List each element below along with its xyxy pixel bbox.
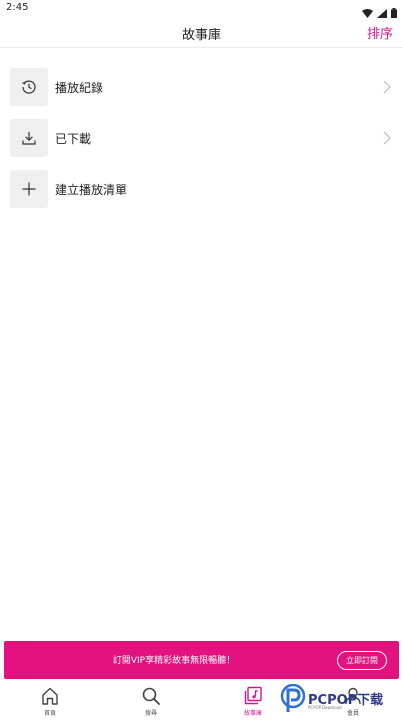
watermark-tagline: PCPOP.Download	[308, 705, 342, 710]
page-title: 故事庫	[181, 28, 221, 43]
library-menu: 播放紀錄 已下載 建立播放清單	[0, 64, 403, 217]
chevron-right-icon	[383, 130, 391, 149]
nav-item-library[interactable]: 故事庫	[223, 686, 283, 717]
menu-item-label: 已下載	[55, 132, 92, 146]
menu-item-label: 建立播放清單	[55, 183, 128, 197]
plus-icon	[10, 170, 48, 208]
status-time: 2:45	[6, 2, 29, 13]
vip-subscribe-banner[interactable]: 訂閱VIP享精彩故事無限暢聽！ 立即訂閱	[4, 641, 399, 679]
menu-item-downloads[interactable]: 已下載	[0, 115, 403, 166]
chevron-right-icon	[383, 79, 391, 98]
sort-button[interactable]: 排序	[367, 23, 393, 42]
nav-item-home[interactable]: 首頁	[20, 686, 80, 717]
history-icon	[10, 68, 48, 106]
home-icon	[20, 686, 80, 706]
menu-item-history[interactable]: 播放紀錄	[0, 64, 403, 115]
subscribe-now-button[interactable]: 立即訂閱	[337, 651, 387, 670]
nav-label: 故事庫	[243, 710, 262, 717]
menu-item-label: 播放紀錄	[55, 81, 104, 95]
nav-item-search[interactable]: 搜尋	[121, 686, 181, 717]
pcpop-watermark: PCPOP下载 PCPOP.Download	[278, 683, 403, 720]
status-bar: 2:45	[0, 0, 403, 18]
menu-item-create-playlist[interactable]: 建立播放清單	[0, 166, 403, 217]
pcpop-logo-icon	[280, 683, 306, 720]
nav-label: 首頁	[43, 710, 56, 717]
music-library-icon	[223, 686, 283, 706]
vip-banner-text: 訂閱VIP享精彩故事無限暢聽！	[112, 656, 236, 666]
search-icon	[121, 686, 181, 706]
nav-label: 搜尋	[144, 710, 157, 717]
download-icon	[10, 119, 48, 157]
app-header: 故事庫 排序	[0, 18, 403, 48]
